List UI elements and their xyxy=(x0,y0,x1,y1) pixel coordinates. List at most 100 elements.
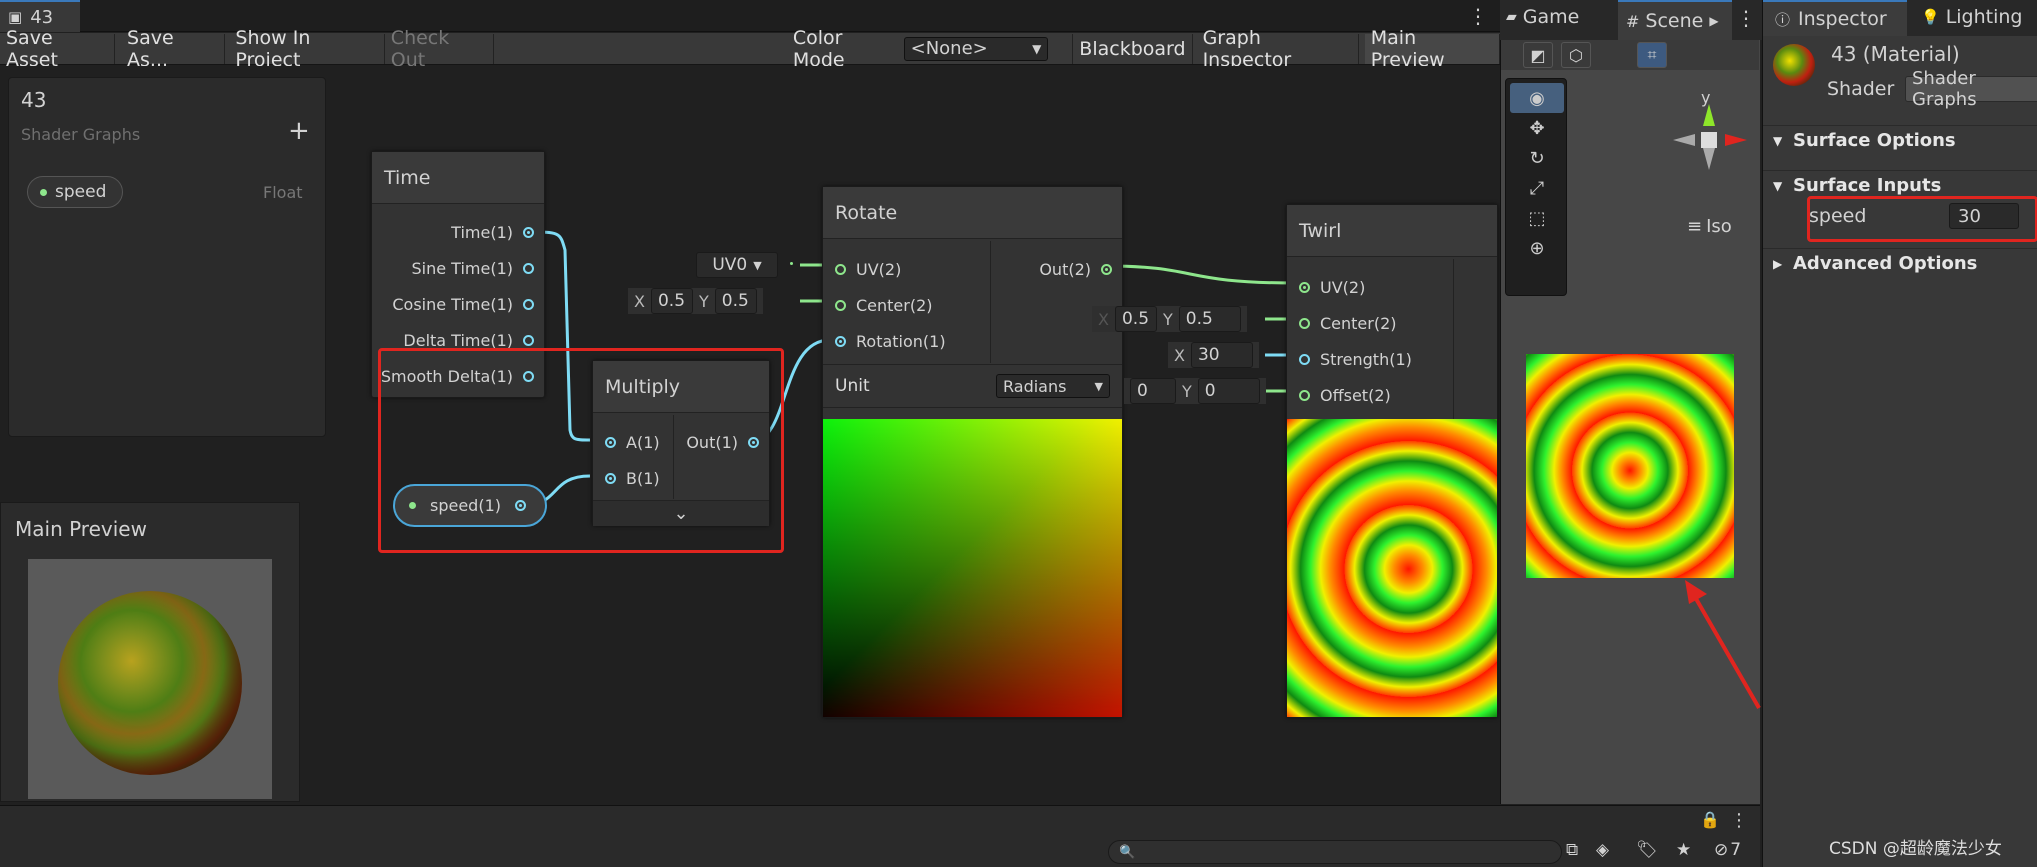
wire-rotate-to-twirl xyxy=(1105,264,1296,285)
port-sine-time[interactable]: Sine Time(1) xyxy=(412,259,534,278)
shader-dropdown[interactable]: Shader Graphs xyxy=(1905,68,2037,110)
triangle-right-icon: ▶ xyxy=(1773,256,1783,271)
port-dot-icon xyxy=(523,335,534,346)
filter-type-icon[interactable]: ◈ xyxy=(1596,840,1609,860)
rotate-unit-label: Unit xyxy=(835,376,870,396)
scene-orientation-gizmo[interactable]: y xyxy=(1669,88,1749,178)
main-preview-title: Main Preview xyxy=(15,517,147,541)
blackboard-title: 43 xyxy=(21,88,47,112)
rotate-center-y-input[interactable]: 0.5 xyxy=(714,288,757,314)
port-rotate-uv[interactable]: UV(2) xyxy=(835,260,901,279)
eye-slash-icon: ⊘ xyxy=(1714,840,1729,860)
port-twirl-strength[interactable]: Strength(1) xyxy=(1299,350,1412,369)
twirl-offset-x-input[interactable]: 0 xyxy=(1130,378,1176,404)
port-rotate-rotation[interactable]: Rotation(1) xyxy=(835,332,946,351)
port-dot-icon xyxy=(523,263,534,274)
scale-tool-icon[interactable]: ⤢ xyxy=(1510,173,1564,203)
port-rotate-out[interactable]: Out(2) xyxy=(1039,260,1112,279)
port-dot-icon xyxy=(1101,264,1112,275)
rotate-center-fields: X 0.5 Y 0.5 xyxy=(628,288,763,314)
port-dot-icon xyxy=(1299,390,1310,401)
chevron-down-icon: ▼ xyxy=(753,258,762,272)
property-name: speed xyxy=(55,182,107,202)
twirl-center-y-input[interactable]: 0.5 xyxy=(1178,306,1241,332)
surface-options-foldout[interactable]: ▼ Surface Options xyxy=(1763,125,2037,155)
iso-label[interactable]: ≡ Iso xyxy=(1687,216,1732,237)
advanced-options-foldout[interactable]: ▶ Advanced Options xyxy=(1763,248,2037,278)
draw-mode-icon[interactable]: ◩ xyxy=(1523,42,1553,68)
blackboard-property-speed[interactable]: speed xyxy=(27,176,123,208)
view-tool-eye-icon[interactable]: ◉ xyxy=(1510,83,1564,113)
rect-tool-icon[interactable]: ⬚ xyxy=(1510,203,1564,233)
axis-y-label: y xyxy=(1701,88,1711,107)
lightbulb-icon: 💡 xyxy=(1921,8,1940,26)
float-type-dot xyxy=(40,188,47,196)
main-preview-viewport[interactable] xyxy=(28,559,272,799)
hidden-packages-toggle[interactable]: ⊘ 7 xyxy=(1714,840,1741,860)
port-dot-icon xyxy=(1299,318,1310,329)
search-icon: 🔍 xyxy=(1119,844,1136,860)
gizmo-icon[interactable]: ⌗ xyxy=(1637,42,1667,68)
twirl-strength-fields: X 30 xyxy=(1168,342,1259,368)
highlight-box-speed xyxy=(1807,196,2037,242)
gamepad-icon: ▰ xyxy=(1506,9,1517,25)
port-dot-icon xyxy=(523,227,534,238)
rotate-unit-dropdown[interactable]: Radians ▼ xyxy=(996,374,1110,398)
watermark: CSDN @超龄魔法少女 xyxy=(1829,839,2002,859)
scene-view[interactable]: ◩ ⬡ ⌗ ◉ ✥ ↻ ⤢ ⬚ ⊕ y ≡ Iso xyxy=(1500,40,1761,804)
filter-label-icon[interactable]: 🏷 xyxy=(1636,840,1658,860)
tab-game[interactable]: ▰ Game xyxy=(1506,6,1579,28)
material-name: 43 (Material) xyxy=(1831,42,1960,66)
search-options-icon[interactable]: ⧉ xyxy=(1566,840,1578,860)
info-icon: ⓘ xyxy=(1775,10,1791,29)
tab-scene[interactable]: # Scene ▶ xyxy=(1618,0,1732,40)
port-twirl-center[interactable]: Center(2) xyxy=(1299,314,1397,333)
favorite-icon[interactable]: ★ xyxy=(1676,840,1691,860)
twirl-strength-input[interactable]: 30 xyxy=(1190,342,1253,368)
scene-more-icon[interactable]: ⋮ xyxy=(1736,6,1756,30)
bottom-bar: 🔒 ⋮ 🔍 ⧉ ◈ 🏷 ★ ⊘ 7 xyxy=(0,805,1760,867)
property-type: Float xyxy=(263,183,303,202)
chevron-down-icon: ▼ xyxy=(1094,379,1103,393)
rotate-center-x-input[interactable]: 0.5 xyxy=(650,288,693,314)
blackboard-subtitle: Shader Graphs xyxy=(21,125,141,144)
shader-label: Shader xyxy=(1827,78,1895,100)
time-node-title: Time xyxy=(372,152,544,204)
chevron-right-icon: ▶ xyxy=(1709,14,1719,28)
move-tool-icon[interactable]: ✥ xyxy=(1510,113,1564,143)
tab-inspector[interactable]: ⓘ Inspector xyxy=(1763,0,1907,36)
annotation-arrow xyxy=(1685,580,1761,709)
twirl-node[interactable]: Twirl UV(2) Center(2) Strength(1) Offset… xyxy=(1286,204,1498,718)
port-dot-icon xyxy=(788,260,799,271)
rotate-node[interactable]: Rotate UV(2) Center(2) Rotation(1) Out(2… xyxy=(822,186,1123,718)
inspector-panel: ⓘ Inspector 💡 Lighting 43 (Material) Shade… xyxy=(1762,0,2037,867)
shading-icon[interactable]: ⬡ xyxy=(1561,42,1591,68)
port-time[interactable]: Time(1) xyxy=(451,223,534,242)
transform-tool-icon[interactable]: ⊕ xyxy=(1510,233,1564,263)
rotate-node-title: Rotate xyxy=(823,187,1122,239)
material-thumbnail xyxy=(1773,44,1815,86)
port-dot-icon xyxy=(523,299,534,310)
twirl-center-x-input[interactable]: 0.5 xyxy=(1114,306,1157,332)
rotate-uv-dropdown[interactable]: UV0 ▼ xyxy=(696,252,778,278)
scene-tabbar: ▰ Game # Scene ▶ ⋮ xyxy=(1500,0,1762,40)
port-cosine-time[interactable]: Cosine Time(1) xyxy=(392,295,534,314)
twirl-offset-y-input[interactable]: 0 xyxy=(1197,378,1260,404)
port-twirl-offset[interactable]: Offset(2) xyxy=(1299,386,1391,405)
tab-lighting[interactable]: 💡 Lighting xyxy=(1921,6,2023,28)
highlight-box-multiply xyxy=(378,348,784,553)
bottom-more-icon[interactable]: ⋮ xyxy=(1730,810,1748,831)
port-dot-icon xyxy=(835,336,846,347)
rotate-uv-connector xyxy=(788,253,814,277)
scene-twirl-plane xyxy=(1526,354,1734,578)
lock-icon[interactable]: 🔒 xyxy=(1700,810,1720,829)
port-dot-icon xyxy=(835,264,846,275)
twirl-node-preview xyxy=(1287,419,1497,717)
rotate-tool-icon[interactable]: ↻ xyxy=(1510,143,1564,173)
grid-icon: # xyxy=(1626,11,1640,31)
twirl-offset-fields: 0 Y 0 xyxy=(1124,378,1266,404)
port-rotate-center[interactable]: Center(2) xyxy=(835,296,933,315)
port-twirl-uv[interactable]: UV(2) xyxy=(1299,278,1365,297)
add-property-button[interactable]: + xyxy=(288,116,310,146)
project-search-input[interactable]: 🔍 xyxy=(1108,840,1562,864)
